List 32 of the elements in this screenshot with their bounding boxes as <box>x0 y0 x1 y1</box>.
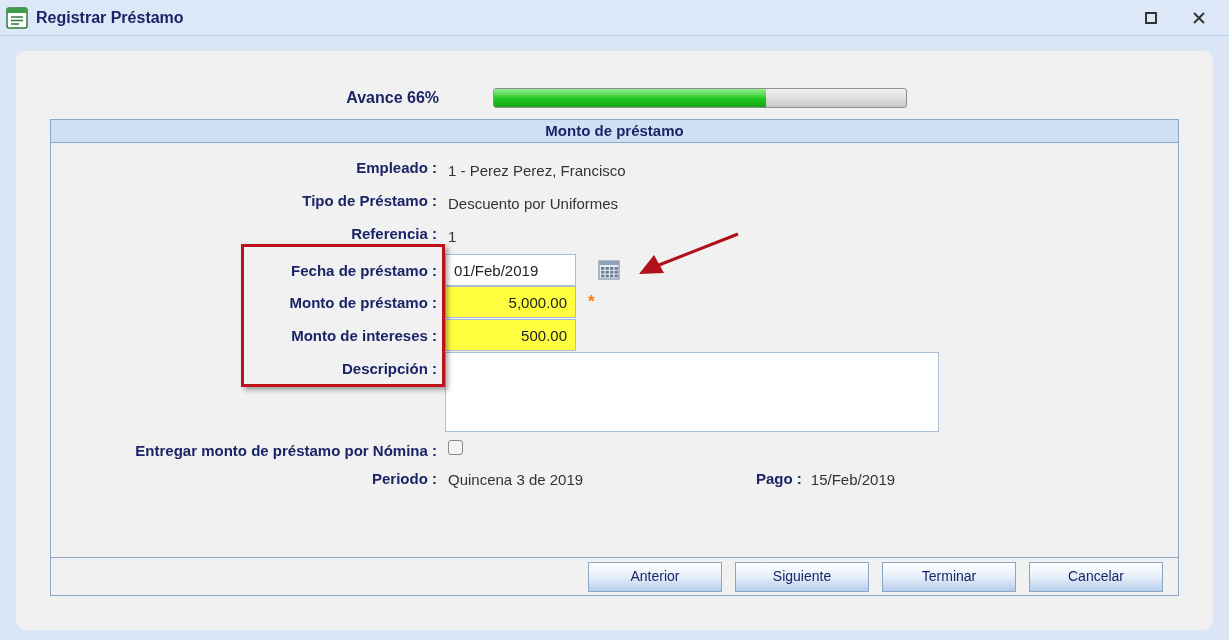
amount-field[interactable]: 500.00 <box>445 319 576 351</box>
field-value: Descuento por Uniformes <box>448 195 619 212</box>
window-title: Registrar Préstamo <box>36 7 184 28</box>
field-label: Tipo de Préstamo : <box>301 191 437 211</box>
nav-button[interactable]: Siguiente <box>735 561 869 592</box>
nav-button[interactable]: Cancelar <box>1029 561 1163 592</box>
field-label: Entregar monto de préstamo por Nómina : <box>134 441 437 461</box>
nav-button[interactable]: Terminar <box>882 561 1016 592</box>
field-label: Pago : <box>756 469 802 489</box>
field-label: Periodo : <box>371 469 437 489</box>
field-value: 15/Feb/2019 <box>810 470 896 490</box>
field-label: Monto de intereses : <box>290 326 437 346</box>
calendar-icon[interactable] <box>598 260 620 280</box>
field-label: Monto de préstamo : <box>288 293 437 313</box>
close-icon[interactable] <box>1193 11 1205 24</box>
required-mark: * <box>588 291 595 314</box>
form-icon <box>6 6 28 29</box>
field-label: Referencia : <box>350 224 437 244</box>
field-label: Empleado : <box>355 158 437 178</box>
field-label: Fecha de préstamo : <box>290 261 437 281</box>
date-field[interactable]: 01/Feb/2019 <box>445 254 576 286</box>
field-value: 1 - Perez Perez, Francisco <box>448 162 626 179</box>
nav-button[interactable]: Anterior <box>588 561 722 592</box>
description-field[interactable] <box>445 352 939 432</box>
amount-field[interactable]: 5,000.00 <box>445 286 576 318</box>
progress-label: Avance 66% <box>345 88 439 108</box>
section-header: Monto de préstamo <box>51 120 1178 143</box>
field-value: 1 <box>448 228 457 245</box>
field-label: Descripción : <box>340 359 437 379</box>
field-value: Quincena 3 de 2019 <box>448 470 585 490</box>
checkbox[interactable] <box>448 440 463 455</box>
maximize-icon[interactable] <box>1145 11 1157 24</box>
